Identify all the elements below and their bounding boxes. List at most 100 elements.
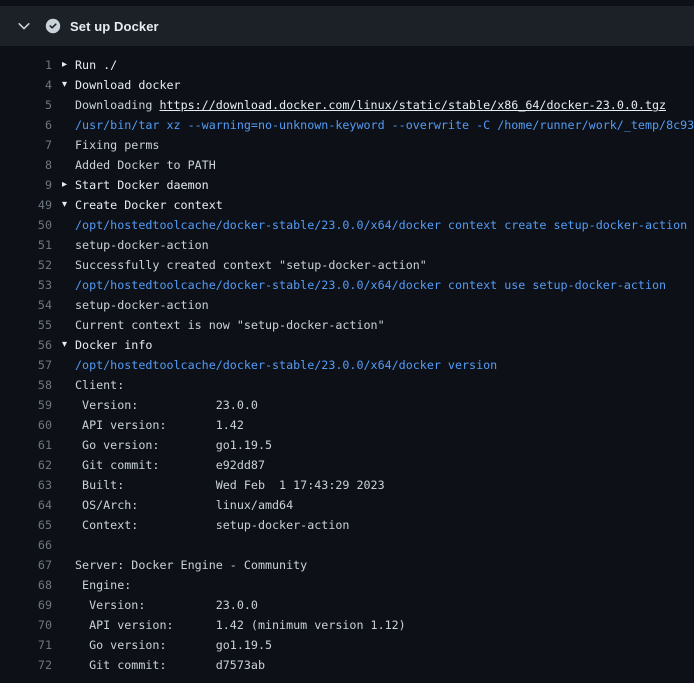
log-text: Successfully created context "setup-dock… (75, 255, 427, 275)
log-text: Current context is now "setup-docker-act… (75, 315, 385, 335)
log-line: 54 setup-docker-action (0, 295, 694, 315)
group-toggle-icon[interactable]: ▸ (62, 175, 75, 195)
log-line: 61 Go version: go1.19.5 (0, 435, 694, 455)
group-toggle-icon (62, 235, 75, 255)
log-line: 8 Added Docker to PATH (0, 155, 694, 175)
group-toggle-icon (62, 215, 75, 235)
line-number[interactable]: 9 (0, 175, 52, 195)
log-line: 7 Fixing perms (0, 135, 694, 155)
line-number[interactable]: 58 (0, 375, 52, 395)
log-line: 58 Client: (0, 375, 694, 395)
group-toggle-icon (62, 635, 75, 655)
log-text: API version: 1.42 (75, 415, 244, 435)
log-line: 66 (0, 535, 694, 555)
log-text: Create Docker context (75, 195, 223, 215)
group-toggle-icon (62, 475, 75, 495)
line-number[interactable]: 7 (0, 135, 52, 155)
log-line: 69 Version: 23.0.0 (0, 595, 694, 615)
group-toggle-icon (62, 495, 75, 515)
log-text: Start Docker daemon (75, 175, 209, 195)
log-line: 64 OS/Arch: linux/amd64 (0, 495, 694, 515)
line-number[interactable]: 62 (0, 455, 52, 475)
line-number[interactable]: 1 (0, 55, 52, 75)
log-line: 5 Downloading https://download.docker.co… (0, 95, 694, 115)
log-text: setup-docker-action (75, 235, 209, 255)
group-toggle-icon (62, 435, 75, 455)
line-number[interactable]: 4 (0, 75, 52, 95)
log-text: Go version: go1.19.5 (75, 635, 272, 655)
log-text: Client: (75, 375, 124, 395)
line-number[interactable]: 51 (0, 235, 52, 255)
step-title: Set up Docker (70, 19, 159, 34)
line-number[interactable]: 56 (0, 335, 52, 355)
line-number[interactable]: 52 (0, 255, 52, 275)
log-text: setup-docker-action (75, 295, 209, 315)
line-number[interactable]: 5 (0, 95, 52, 115)
line-number[interactable]: 69 (0, 595, 52, 615)
line-number[interactable]: 64 (0, 495, 52, 515)
log-text: Context: setup-docker-action (75, 515, 349, 535)
group-toggle-icon (62, 375, 75, 395)
group-toggle-icon (62, 295, 75, 315)
log-line[interactable]: 1 ▸ Run ./ (0, 55, 694, 75)
log-line: 68 Engine: (0, 575, 694, 595)
log-line: 51 setup-docker-action (0, 235, 694, 255)
line-number[interactable]: 65 (0, 515, 52, 535)
log-area: 1 ▸ Run ./ 4 ▾ Download docker 5 Downloa… (0, 46, 694, 675)
log-line[interactable]: 4 ▾ Download docker (0, 75, 694, 95)
log-line[interactable]: 9 ▸ Start Docker daemon (0, 175, 694, 195)
line-number[interactable]: 54 (0, 295, 52, 315)
line-number[interactable]: 71 (0, 635, 52, 655)
log-line: 50 /opt/hostedtoolcache/docker-stable/23… (0, 215, 694, 235)
log-line: 6 /usr/bin/tar xz --warning=no-unknown-k… (0, 115, 694, 135)
log-text: Engine: (75, 575, 131, 595)
log-text: Go version: go1.19.5 (75, 435, 272, 455)
line-number[interactable]: 66 (0, 535, 52, 555)
group-toggle-icon (62, 255, 75, 275)
line-number[interactable]: 55 (0, 315, 52, 335)
log-line: 67 Server: Docker Engine - Community (0, 555, 694, 575)
group-toggle-icon[interactable]: ▾ (62, 335, 75, 355)
line-number[interactable]: 63 (0, 475, 52, 495)
line-number[interactable]: 57 (0, 355, 52, 375)
log-link[interactable]: https://download.docker.com/linux/static… (159, 98, 666, 112)
log-line: 57 /opt/hostedtoolcache/docker-stable/23… (0, 355, 694, 375)
line-number[interactable]: 72 (0, 655, 52, 675)
line-number[interactable]: 60 (0, 415, 52, 435)
log-text: Downloading https://download.docker.com/… (75, 95, 666, 115)
group-toggle-icon (62, 275, 75, 295)
chevron-down-icon[interactable] (16, 18, 32, 34)
status-check-icon (45, 18, 61, 34)
log-text: /opt/hostedtoolcache/docker-stable/23.0.… (75, 275, 666, 295)
group-toggle-icon (62, 555, 75, 575)
log-text: OS/Arch: linux/amd64 (75, 495, 293, 515)
line-number[interactable]: 8 (0, 155, 52, 175)
group-toggle-icon (62, 535, 75, 555)
log-line: 55 Current context is now "setup-docker-… (0, 315, 694, 335)
group-toggle-icon (62, 115, 75, 135)
group-toggle-icon (62, 455, 75, 475)
line-number[interactable]: 53 (0, 275, 52, 295)
line-number[interactable]: 61 (0, 435, 52, 455)
group-toggle-icon (62, 315, 75, 335)
log-line: 52 Successfully created context "setup-d… (0, 255, 694, 275)
line-number[interactable]: 49 (0, 195, 52, 215)
line-number[interactable]: 70 (0, 615, 52, 635)
log-text: /opt/hostedtoolcache/docker-stable/23.0.… (75, 355, 497, 375)
line-number[interactable]: 68 (0, 575, 52, 595)
line-number[interactable]: 67 (0, 555, 52, 575)
log-line: 70 API version: 1.42 (minimum version 1.… (0, 615, 694, 635)
group-toggle-icon[interactable]: ▾ (62, 195, 75, 215)
group-toggle-icon (62, 95, 75, 115)
line-number[interactable]: 6 (0, 115, 52, 135)
group-toggle-icon[interactable]: ▸ (62, 55, 75, 75)
line-number[interactable]: 50 (0, 215, 52, 235)
log-line: 72 Git commit: d7573ab (0, 655, 694, 675)
step-header[interactable]: Set up Docker (0, 6, 694, 46)
log-text: API version: 1.42 (minimum version 1.12) (75, 615, 406, 635)
group-toggle-icon[interactable]: ▾ (62, 75, 75, 95)
log-line[interactable]: 56 ▾ Docker info (0, 335, 694, 355)
log-line[interactable]: 49 ▾ Create Docker context (0, 195, 694, 215)
line-number[interactable]: 59 (0, 395, 52, 415)
log-text: /opt/hostedtoolcache/docker-stable/23.0.… (75, 215, 687, 235)
